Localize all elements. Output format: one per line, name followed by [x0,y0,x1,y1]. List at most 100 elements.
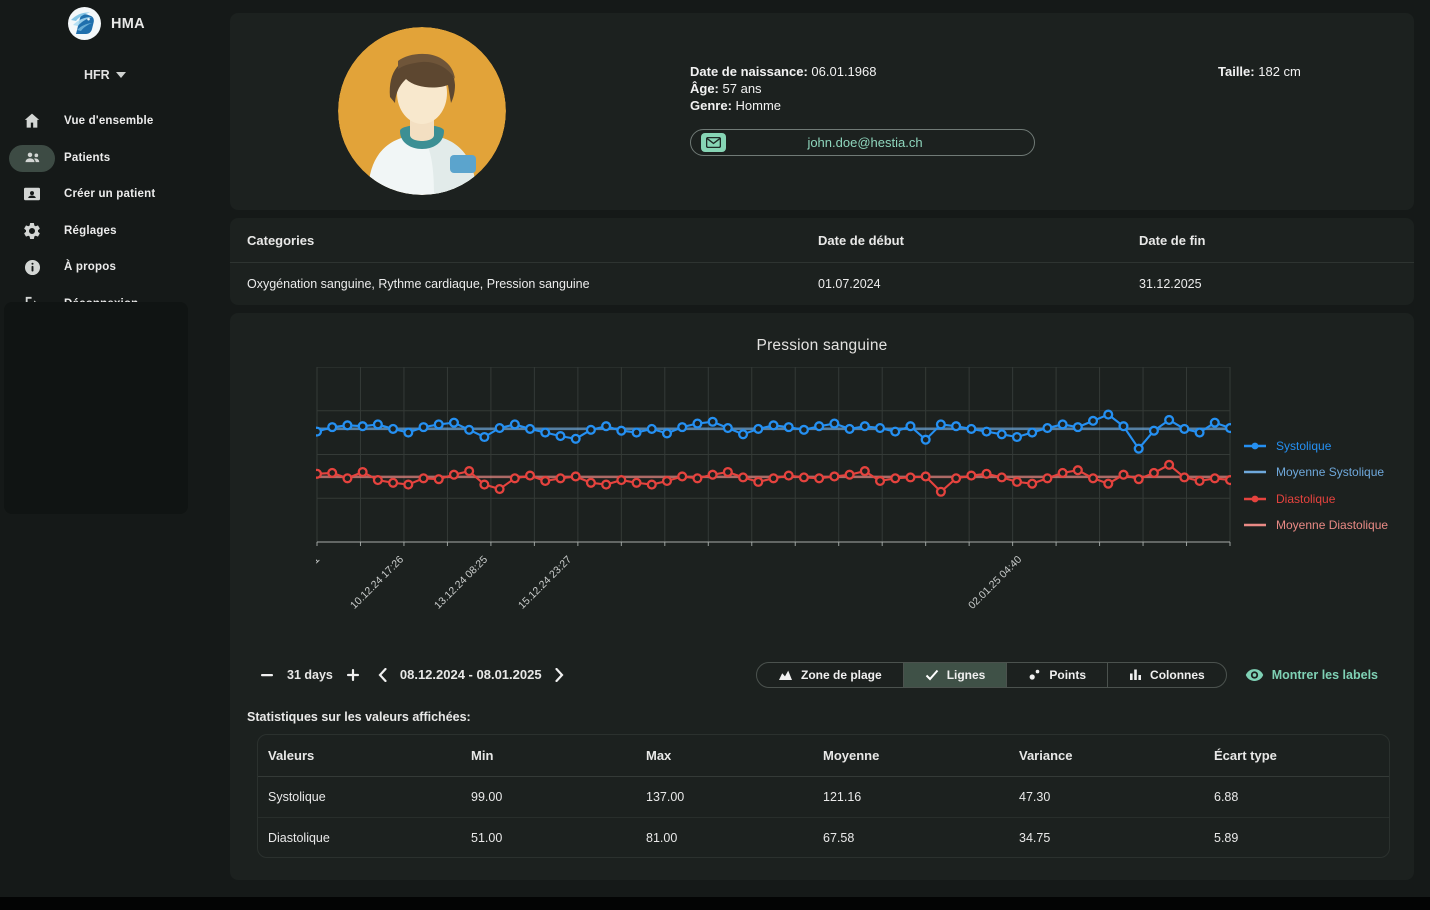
cell-categories: Oxygénation sanguine, Rythme cardiaque, … [247,277,590,291]
sidebar-item-create-patient[interactable]: Créer un patient [0,176,230,213]
age-value: 57 ans [722,81,762,96]
chart-title: Pression sanguine [756,337,888,354]
sidebar-item-label: Patients [64,151,111,164]
stats-row-systolic: Systolique 99.00 137.00 121.16 47.30 6.8… [258,777,1389,817]
blood-pressure-card: Pression sanguine 08.12.24 08:31 10.12.24… [230,313,1414,880]
patient-avatar [338,27,506,195]
svg-text:15.12.24 23:27: 15.12.24 23:27 [516,554,574,612]
org-selector-label: HFR [84,68,110,82]
legend-label: Moyenne Diastolique [1276,518,1389,532]
blood-pressure-chart[interactable]: 08.12.24 08:31 10.12.24 17:26 13.12.24 08:… [316,367,1231,629]
view-label: Colonnes [1150,667,1205,682]
col-stddev: Écart type [1214,748,1277,763]
sidebar: HMA HFR Vue d'ensemble Patients Créer un… [0,0,230,910]
view-columns-button[interactable]: Colonnes [1107,662,1226,687]
stat-variance: 47.30 [1019,790,1051,804]
col-variance: Variance [1019,748,1073,763]
area-chart-icon [779,670,792,680]
line-swatch-icon [1244,523,1266,527]
sidebar-item-patients[interactable]: Patients [0,140,230,177]
stats-table-header: Valeurs Min Max Moyenne Variance Écart t… [258,735,1389,777]
svg-text:10.12.24 17:26: 10.12.24 17:26 [348,554,406,612]
minus-icon [261,673,273,676]
home-icon [0,111,64,131]
view-lines-button[interactable]: Lignes [902,662,1007,687]
svg-text:13.12.24 08:25: 13.12.24 08:25 [432,554,490,612]
contact-card-icon [0,184,64,204]
sidebar-item-label: Réglages [64,224,117,237]
col-categories: Categories [247,232,315,248]
eye-icon [1245,668,1263,681]
patient-email: john.doe@hestia.ch [807,135,923,150]
legend-item-diastolic[interactable]: Diastolique [1244,490,1414,507]
cell-start-date: 01.07.2024 [818,277,881,291]
chevron-down-icon [115,72,126,78]
app-logo: HMA [0,0,230,41]
line-dot-swatch-icon [1244,495,1266,502]
col-max: Max [646,748,672,763]
sidebar-item-about[interactable]: À propos [0,249,230,286]
stats-row-diastolic: Diastolique 51.00 81.00 67.58 34.75 5.89 [258,817,1389,857]
sidebar-panel [4,302,188,514]
date-range: 08.12.2024 - 08.01.2025 [399,667,542,682]
birth-label: Date de naissance: [690,64,808,79]
patient-info: Date de naissance: 06.01.1968 Âge: 57 an… [690,63,876,114]
people-icon [0,148,64,168]
view-label: Zone de plage [801,667,882,682]
check-icon [925,669,938,680]
height-label: Taille: [1218,64,1255,79]
sidebar-item-settings[interactable]: Réglages [0,213,230,250]
view-points-button[interactable]: Points [1006,662,1107,687]
stat-max: 137.00 [646,790,685,804]
col-mean: Moyenne [823,748,880,763]
stat-mean: 121.16 [823,790,862,804]
legend-label: Moyenne Systolique [1276,465,1385,479]
stats-table: Valeurs Min Max Moyenne Variance Écart t… [257,734,1390,858]
chevron-right-icon [554,667,564,682]
legend-item-mean-diastolic[interactable]: Moyenne Diastolique [1244,517,1414,534]
line-swatch-icon [1244,470,1266,474]
chart-toolbar: 31 days 08.12.2024 - 08.01.2025 Zone de … [230,661,1414,688]
sidebar-item-label: Vue d'ensemble [64,115,154,128]
stats-heading: Statistiques sur les valeurs affichées: [247,710,471,724]
sidebar-item-label: Créer un patient [64,188,156,201]
age-label: Âge: [690,81,719,96]
next-range-button[interactable] [553,666,566,684]
line-dot-swatch-icon [1244,442,1266,449]
zoom-in-button[interactable] [344,666,362,684]
zoom-out-button[interactable] [258,666,276,684]
patient-email-button[interactable]: john.doe@hestia.ch [690,129,1035,156]
stat-min: 99.00 [471,790,503,804]
legend-label: Diastolique [1276,491,1336,506]
patient-header-card: Date de naissance: 06.01.1968 Âge: 57 an… [230,13,1414,210]
categories-table-row[interactable]: Oxygénation sanguine, Rythme cardiaque, … [230,263,1414,305]
window-length: 31 days [287,667,333,682]
org-selector[interactable]: HFR [0,41,140,82]
view-label: Lignes [946,667,986,682]
sidebar-item-label: À propos [64,261,117,274]
birth-value: 06.01.1968 [811,64,877,79]
prev-range-button[interactable] [376,666,389,684]
col-end-date: Date de fin [1139,232,1206,248]
view-label: Points [1049,667,1087,682]
scatter-icon [1029,669,1040,680]
legend-item-systolic[interactable]: Systolique [1244,437,1414,454]
plus-icon [346,668,359,681]
stat-variance: 34.75 [1019,830,1051,845]
show-labels-toggle[interactable]: Montrer les labels [1245,668,1378,682]
legend-label: Systolique [1276,438,1332,453]
stat-name: Systolique [268,790,326,804]
categories-table-header: Categories Date de début Date de fin [230,218,1414,263]
stat-mean: 67.58 [823,830,855,845]
stat-max: 81.00 [646,830,678,845]
sidebar-item-overview[interactable]: Vue d'ensemble [0,103,230,140]
view-range-area-button[interactable]: Zone de plage [757,663,903,687]
col-min: Min [471,748,494,763]
stat-stddev: 6.88 [1214,790,1239,804]
categories-card: Categories Date de début Date de fin Oxy… [230,218,1414,305]
app-title: HMA [111,15,145,32]
bottom-bar [0,897,1430,910]
legend-item-mean-systolic[interactable]: Moyenne Systolique [1244,464,1414,481]
mail-icon [701,133,726,152]
main-content: Date de naissance: 06.01.1968 Âge: 57 an… [230,0,1414,880]
